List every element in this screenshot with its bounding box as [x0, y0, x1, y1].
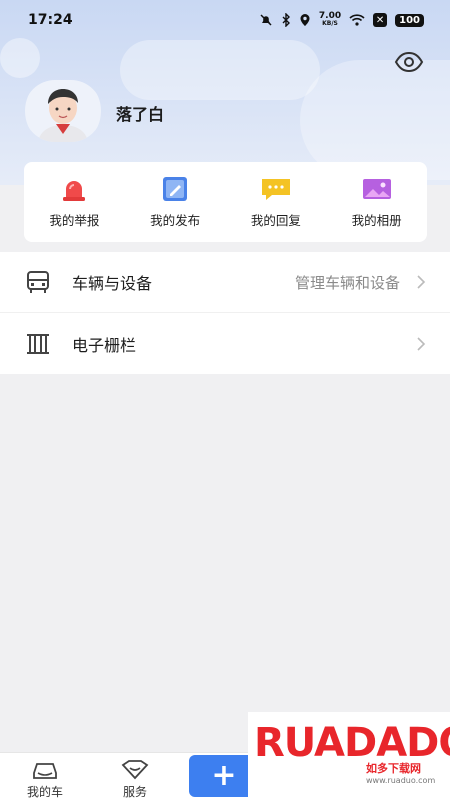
sim-off-icon: ✕: [373, 13, 388, 27]
album-icon: [360, 175, 394, 203]
service-icon: [121, 760, 149, 780]
vehicle-icon: [24, 268, 52, 296]
battery-indicator: 100: [395, 13, 424, 27]
car-icon: [33, 763, 57, 779]
tab-my-car[interactable]: 我的车: [0, 753, 90, 800]
quick-action-reports[interactable]: 我的举报: [29, 175, 119, 229]
menu-item-title: 电子栅栏: [72, 335, 137, 355]
menu-item-vehicles-devices[interactable]: 车辆与设备 管理车辆和设备: [0, 252, 450, 313]
status-icons: 7.00 KB/S ✕ 100: [259, 12, 424, 28]
wifi-icon: [349, 14, 365, 26]
decor-blob: [0, 38, 40, 78]
alarm-icon: [57, 175, 91, 203]
fence-icon: [24, 330, 52, 358]
chat-icon: [259, 175, 293, 203]
chevron-right-icon: [417, 336, 426, 351]
status-time: 17:24: [28, 12, 73, 28]
avatar[interactable]: [24, 80, 102, 142]
quick-actions-card: 我的举报 我的发布 我的回复 我的相册: [24, 162, 427, 242]
eye-icon: [394, 51, 424, 73]
quick-action-replies[interactable]: 我的回复: [231, 175, 321, 229]
location-icon: [299, 13, 311, 27]
chevron-right-icon: [417, 275, 426, 289]
mute-bell-icon: [259, 13, 273, 27]
menu-item-subtitle: 管理车辆和设备: [294, 273, 400, 292]
watermark-logo: RUADADO 如多下载网 www.ruaduo.com: [248, 712, 450, 800]
eye-toggle-button[interactable]: [392, 48, 426, 76]
menu-item-electronic-fence[interactable]: 电子栅栏: [0, 313, 450, 374]
bluetooth-icon: [281, 13, 291, 27]
username: 落了白: [116, 105, 165, 124]
decor-blob: [120, 40, 320, 100]
menu-list: 车辆与设备 管理车辆和设备 电子栅栏: [0, 252, 450, 374]
tab-service[interactable]: 服务: [90, 753, 180, 800]
network-speed: 7.00 KB/S: [318, 11, 342, 28]
quick-action-album[interactable]: 我的相册: [332, 175, 422, 229]
quick-action-posts[interactable]: 我的发布: [130, 175, 220, 229]
status-bar: 17:24 7.00 KB/S ✕ 100: [0, 0, 450, 40]
watermark-url: www.ruaduo.com: [366, 776, 436, 785]
edit-icon: [158, 175, 192, 203]
plus-icon: +: [211, 758, 237, 793]
menu-item-title: 车辆与设备: [72, 274, 153, 293]
watermark-subtitle: 如多下载网: [366, 762, 421, 775]
